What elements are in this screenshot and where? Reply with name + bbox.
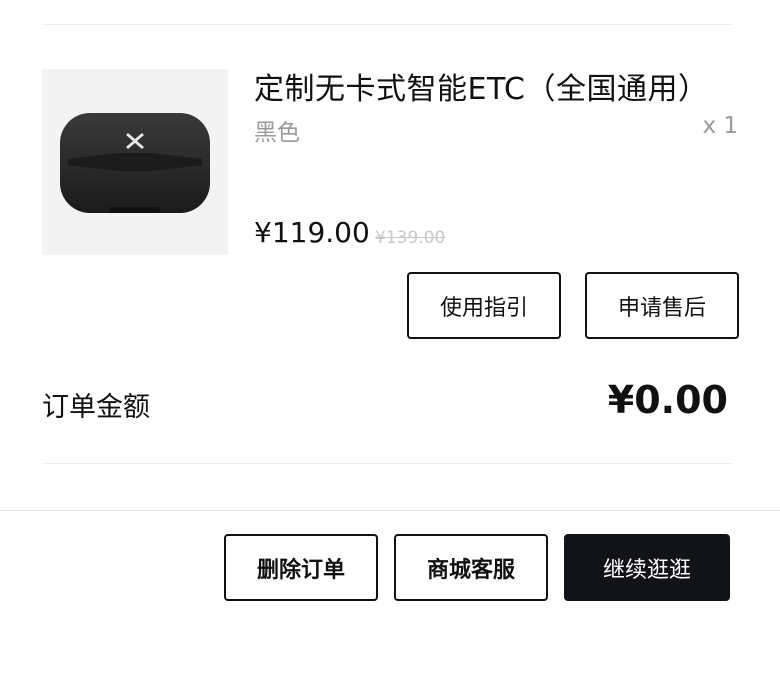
order-amount-label: 订单金额: [42, 392, 150, 423]
after-sales-button[interactable]: 申请售后: [585, 272, 739, 339]
product-quantity: x 1: [702, 113, 738, 139]
product-price: ¥119.00: [254, 216, 370, 249]
product-variant: 黑色: [254, 120, 300, 146]
summary-divider: [42, 463, 732, 464]
customer-service-button[interactable]: 商城客服: [394, 534, 548, 601]
order-amount-value: ¥0.00: [607, 378, 728, 422]
continue-shopping-button[interactable]: 继续逛逛: [564, 534, 730, 601]
product-image[interactable]: [42, 69, 228, 255]
delete-order-button[interactable]: 删除订单: [224, 534, 378, 601]
product-title: 定制无卡式智能ETC（全国通用）: [254, 72, 709, 107]
footer-divider: [0, 510, 780, 511]
usage-guide-button[interactable]: 使用指引: [407, 272, 561, 339]
product-original-price: ¥139.00: [375, 228, 446, 248]
top-divider: [42, 24, 732, 25]
etc-device-icon: [60, 113, 210, 213]
